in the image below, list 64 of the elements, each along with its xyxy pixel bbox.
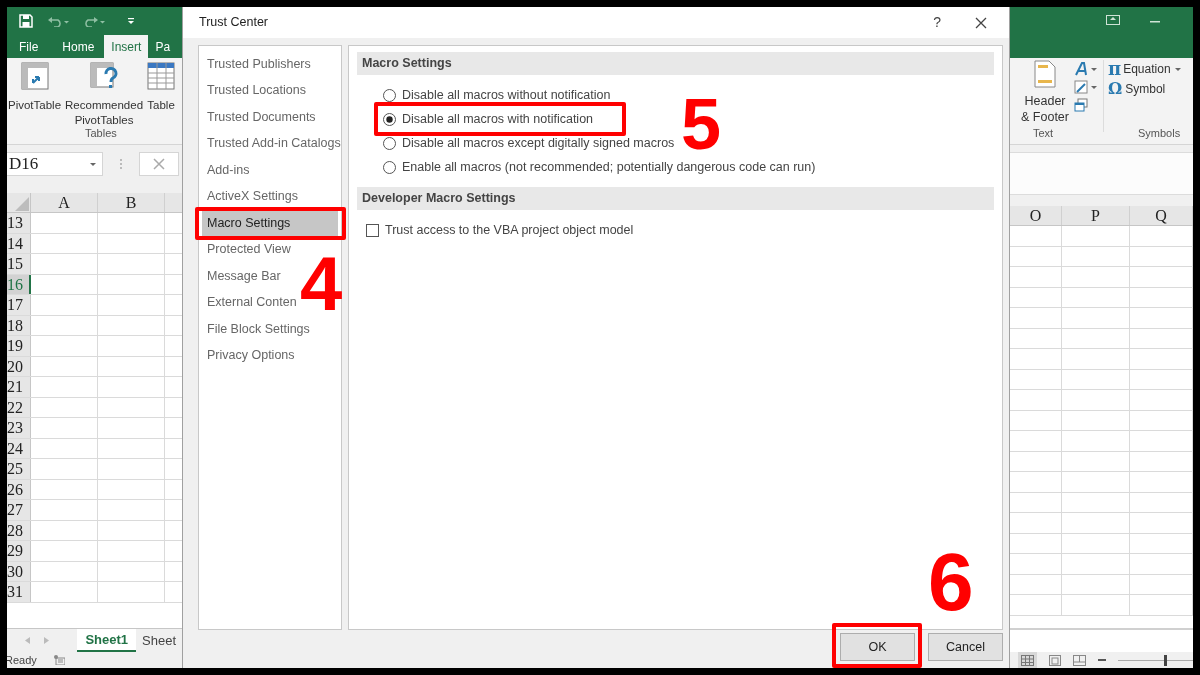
section-heading: Developer Macro Settings [357,187,994,210]
row-header[interactable]: 27 [7,500,31,520]
group-label: Tables [85,125,117,141]
column-header[interactable]: O [1010,206,1062,225]
column-header[interactable]: Q [1130,206,1193,225]
column-header[interactable]: A [31,193,98,212]
ribbon-button[interactable]: Header & Footer [1018,60,1072,125]
section-heading: Macro Settings [357,52,994,75]
callout-number: 5 [681,93,722,155]
row-header[interactable]: 31 [7,582,31,602]
option-label: Disable all macros except digitally signed macros [402,134,675,152]
ribbon-tab[interactable]: File [7,35,53,58]
sheet-tab[interactable]: Sheet [136,629,182,652]
row-header[interactable]: 13 [7,213,31,233]
row-header[interactable]: 17 [7,295,31,315]
row-header[interactable]: 24 [7,438,31,458]
option-label: Disable all macros with notification [402,110,594,128]
row-header[interactable]: 28 [7,520,31,540]
row-header[interactable]: 14 [7,233,31,253]
sheet-tab[interactable]: Sheet1 [77,629,136,652]
nav-item[interactable]: ActiveX Settings [202,183,341,210]
nav-item[interactable]: Add-ins [202,157,341,184]
group-label: Text [1033,125,1054,141]
ribbon-tab[interactable]: Pa [148,35,173,58]
dialog-button[interactable]: OK [840,633,915,661]
dialog-button[interactable]: Cancel [928,633,1003,661]
nav-item[interactable]: Trusted Publishers [202,51,341,78]
row-header[interactable]: 23 [7,418,31,438]
group-label: Symbols [1138,125,1181,141]
nav-item[interactable]: Trusted Locations [202,77,341,104]
window-title: Trust Center [199,14,268,32]
ribbon-button[interactable]: Recommended PivotTables [65,62,144,128]
row-header[interactable]: 18 [7,315,31,335]
column-header[interactable]: P [1062,206,1130,225]
omega-icon: Ω [1108,80,1123,98]
row-header[interactable]: 22 [7,397,31,417]
name-box[interactable]: D16 [7,152,103,176]
ribbon-tab[interactable]: Home [52,35,105,58]
row-header[interactable]: 21 [7,377,31,397]
name-box-value: D16 [9,153,39,176]
row-header[interactable]: 30 [7,561,31,581]
help-button[interactable]: ? [933,12,941,33]
column-header[interactable]: B [98,193,165,212]
ribbon-button[interactable]: Table [147,62,176,113]
ribbon-button[interactable]: PivotTable [8,62,62,113]
ribbon-button[interactable]: Ω Symbol [1108,80,1181,98]
row-header[interactable]: 29 [7,541,31,561]
nav-item[interactable]: Privacy Options [202,342,341,369]
callout-number: 6 [928,541,974,623]
row-header[interactable]: 20 [7,356,31,376]
nav-item[interactable]: Trusted Add-in Catalogs [202,130,341,157]
row-header[interactable]: 16 [7,274,31,294]
nav-item[interactable]: Macro Settings [202,210,338,237]
row-header[interactable]: 26 [7,479,31,499]
row-header[interactable]: 25 [7,459,31,479]
pi-icon: π [1108,60,1122,78]
option-label: Enable all macros (not recommended; potentially dangerous code can run) [402,158,816,176]
nav-item[interactable]: Trusted Documents [202,104,341,131]
row-header[interactable]: 19 [7,336,31,356]
option-label: Disable all macros without notification [402,86,611,104]
ribbon-tab[interactable]: Insert [104,35,149,58]
option-label: Trust access to the VBA project object model [385,221,634,239]
row-header[interactable]: 15 [7,254,31,274]
ribbon-button[interactable]: π Equation [1108,60,1181,78]
